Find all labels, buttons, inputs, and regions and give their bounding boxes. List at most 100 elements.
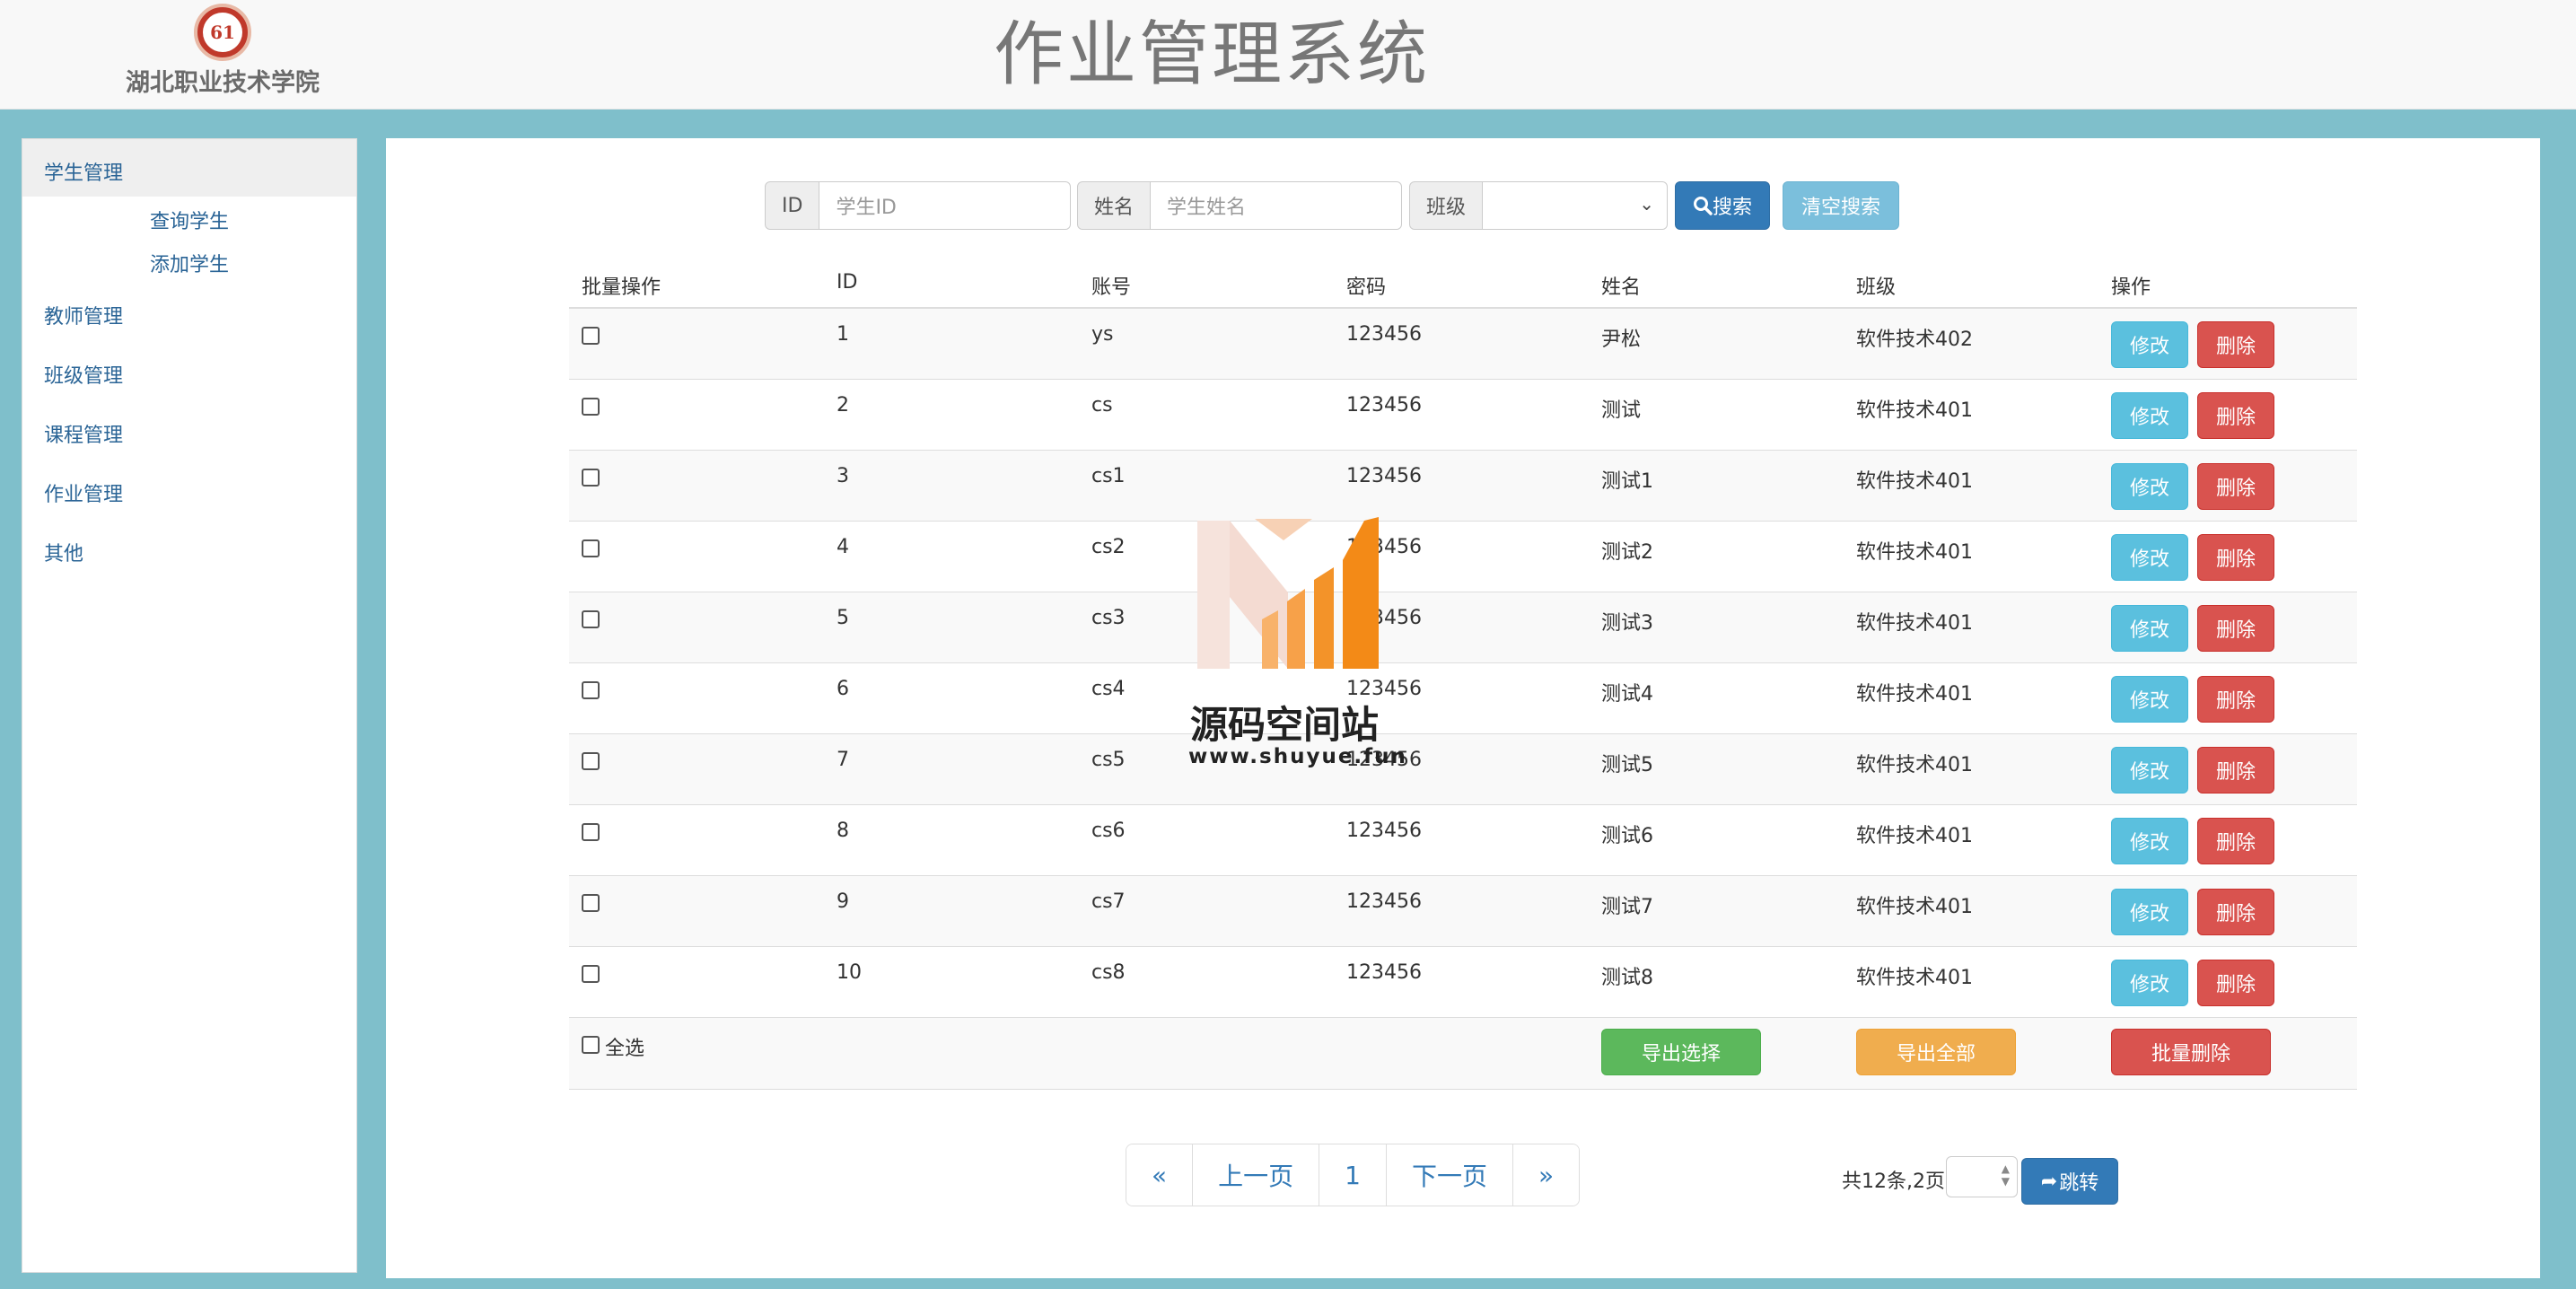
page-first[interactable]: « — [1126, 1144, 1194, 1206]
table-row: 10 cs8 123456 测试8 软件技术401 修改 删除 — [569, 947, 2357, 1018]
stepper-icon: ▲ ▼ — [2001, 1162, 2010, 1188]
page-current[interactable]: 1 — [1319, 1144, 1387, 1206]
row-checkbox[interactable] — [582, 823, 600, 841]
cell-account: cs5 — [1091, 749, 1126, 771]
header-batch: 批量操作 — [582, 276, 662, 299]
cell-name: 尹松 — [1601, 329, 1642, 351]
logo-text: 61 — [203, 13, 242, 52]
delete-button[interactable]: 删除 — [2197, 889, 2274, 935]
sidebar-group-students[interactable]: 学生管理 — [22, 139, 356, 197]
cell-id: 10 — [837, 961, 862, 984]
row-checkbox[interactable] — [582, 327, 600, 345]
table-row: 7 cs5 123456 测试5 软件技术401 修改 删除 — [569, 734, 2357, 805]
pagination: « 上一页 1 下一页 » — [1126, 1144, 1581, 1206]
sidebar-item-add-student[interactable]: 添加学生 — [22, 240, 356, 283]
edit-button[interactable]: 修改 — [2111, 321, 2188, 368]
name-label: 姓名 — [1077, 181, 1152, 230]
main-panel: ID 学生ID 姓名 学生姓名 班级 ⌄ 搜索 清空搜索 批量操作 ID 账号 … — [386, 138, 2540, 1278]
cell-account: ys — [1091, 323, 1114, 346]
row-checkbox[interactable] — [582, 398, 600, 416]
table-row: 3 cs1 123456 测试1 软件技术401 修改 删除 — [569, 451, 2357, 522]
edit-button[interactable]: 修改 — [2111, 392, 2188, 439]
cell-account: cs6 — [1091, 820, 1126, 842]
cell-class: 软件技术401 — [1856, 612, 1973, 635]
delete-button[interactable]: 删除 — [2197, 676, 2274, 723]
cell-name: 测试2 — [1601, 541, 1653, 564]
sidebar-group-teachers[interactable]: 教师管理 — [22, 283, 356, 342]
row-checkbox[interactable] — [582, 894, 600, 912]
students-table: 批量操作 ID 账号 密码 姓名 班级 操作 1 ys 123456 尹松 软件技术40… — [569, 253, 2357, 1090]
row-checkbox[interactable] — [582, 965, 600, 983]
cell-password: 123456 — [1346, 323, 1422, 346]
delete-button[interactable]: 删除 — [2197, 605, 2274, 652]
sidebar-group-homework[interactable]: 作业管理 — [22, 460, 356, 520]
cell-class: 软件技术401 — [1856, 541, 1973, 564]
class-search-group: 班级 ⌄ — [1409, 181, 1669, 230]
cell-id: 1 — [837, 323, 849, 346]
name-search-input[interactable]: 学生姓名 — [1151, 181, 1403, 230]
batch-delete-button[interactable]: 批量删除 — [2111, 1029, 2271, 1075]
cell-class: 软件技术401 — [1856, 399, 1973, 422]
search-button[interactable]: 搜索 — [1675, 181, 1770, 230]
cell-id: 8 — [837, 820, 849, 842]
cell-name: 测试5 — [1601, 754, 1653, 776]
cell-class: 软件技术401 — [1856, 967, 1973, 989]
row-checkbox[interactable] — [582, 469, 600, 487]
cell-account: cs8 — [1091, 961, 1126, 984]
sidebar-group-courses[interactable]: 课程管理 — [22, 401, 356, 460]
table-row: 9 cs7 123456 测试7 软件技术401 修改 删除 — [569, 876, 2357, 947]
cell-password: 123456 — [1346, 678, 1422, 700]
delete-button[interactable]: 删除 — [2197, 960, 2274, 1006]
cell-class: 软件技术401 — [1856, 754, 1973, 776]
page-next[interactable]: 下一页 — [1386, 1144, 1513, 1206]
page-last[interactable]: » — [1513, 1144, 1580, 1206]
id-search-input[interactable]: 学生ID — [819, 181, 1072, 230]
top-header: 61 湖北职业技术学院 作业管理系统 — [0, 0, 2576, 110]
cell-password: 123456 — [1346, 394, 1422, 417]
id-label: ID — [765, 181, 820, 230]
header-class: 班级 — [1856, 276, 1897, 299]
export-selected-button[interactable]: 导出选择 — [1601, 1029, 1761, 1075]
row-checkbox[interactable] — [582, 539, 600, 557]
delete-button[interactable]: 删除 — [2197, 534, 2274, 581]
export-all-button[interactable]: 导出全部 — [1856, 1029, 2016, 1075]
cell-account: cs2 — [1091, 536, 1126, 558]
row-checkbox[interactable] — [582, 681, 600, 699]
cell-id: 7 — [837, 749, 849, 771]
cell-password: 123456 — [1346, 961, 1422, 984]
delete-button[interactable]: 删除 — [2197, 747, 2274, 794]
edit-button[interactable]: 修改 — [2111, 889, 2188, 935]
cell-class: 软件技术401 — [1856, 896, 1973, 918]
page-prev[interactable]: 上一页 — [1193, 1144, 1320, 1206]
table-row: 2 cs 123456 测试 软件技术401 修改 删除 — [569, 380, 2357, 451]
edit-button[interactable]: 修改 — [2111, 534, 2188, 581]
row-checkbox[interactable] — [582, 752, 600, 770]
delete-button[interactable]: 删除 — [2197, 463, 2274, 510]
row-checkbox[interactable] — [582, 610, 600, 628]
sidebar-group-other[interactable]: 其他 — [22, 520, 356, 579]
cell-name: 测试7 — [1601, 896, 1653, 918]
table-row: 6 cs4 123456 测试4 软件技术401 修改 删除 — [569, 663, 2357, 734]
table-row: 8 cs6 123456 测试6 软件技术401 修改 删除 — [569, 805, 2357, 876]
sidebar-group-classes[interactable]: 班级管理 — [22, 342, 356, 401]
edit-button[interactable]: 修改 — [2111, 605, 2188, 652]
jump-page-input[interactable]: ▲ ▼ — [1946, 1156, 2018, 1197]
edit-button[interactable]: 修改 — [2111, 818, 2188, 864]
edit-button[interactable]: 修改 — [2111, 960, 2188, 1006]
sidebar-item-query-students[interactable]: 查询学生 — [22, 197, 356, 240]
cell-password: 123456 — [1346, 607, 1422, 629]
delete-button[interactable]: 删除 — [2197, 818, 2274, 864]
edit-button[interactable]: 修改 — [2111, 676, 2188, 723]
cell-id: 9 — [837, 890, 849, 913]
delete-button[interactable]: 删除 — [2197, 392, 2274, 439]
cell-account: cs4 — [1091, 678, 1126, 700]
cell-name: 测试 — [1601, 399, 1642, 422]
select-all-checkbox[interactable] — [582, 1036, 600, 1054]
cell-account: cs1 — [1091, 465, 1126, 487]
edit-button[interactable]: 修改 — [2111, 747, 2188, 794]
jump-button[interactable]: ➦ 跳转 — [2021, 1158, 2118, 1205]
class-select[interactable]: ⌄ — [1483, 181, 1669, 230]
edit-button[interactable]: 修改 — [2111, 463, 2188, 510]
clear-search-button[interactable]: 清空搜索 — [1783, 181, 1899, 230]
delete-button[interactable]: 删除 — [2197, 321, 2274, 368]
